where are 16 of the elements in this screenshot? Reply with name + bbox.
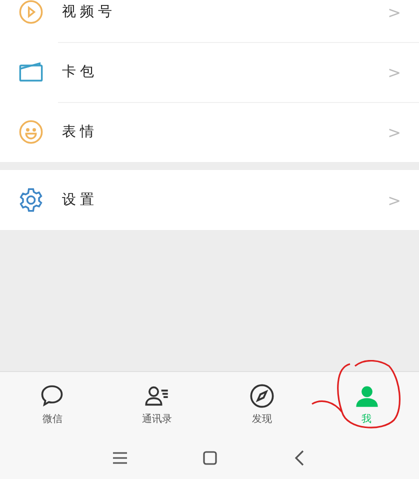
chevron-icon: > — [388, 190, 401, 210]
menu-item[interactable]: 视频号 — [62, 3, 388, 21]
tab[interactable]: 通讯录 — [104, 372, 210, 436]
tab[interactable]: 微信 — [0, 372, 105, 436]
chevron-icon: > — [388, 122, 401, 142]
chevron-icon: > — [388, 2, 401, 22]
tab[interactable]: 发现 — [210, 372, 314, 436]
settings-icon — [18, 187, 44, 213]
chevron-icon: > — [388, 62, 401, 82]
smiley-icon — [18, 119, 44, 145]
compass-icon — [248, 382, 275, 408]
menu-item[interactable]: 表情 — [62, 123, 388, 141]
chat-bubble-icon — [39, 382, 66, 408]
menu-item[interactable]: 设置 — [62, 191, 388, 209]
menu-item[interactable]: 卡包 — [62, 63, 388, 81]
play-icon — [18, 0, 44, 25]
